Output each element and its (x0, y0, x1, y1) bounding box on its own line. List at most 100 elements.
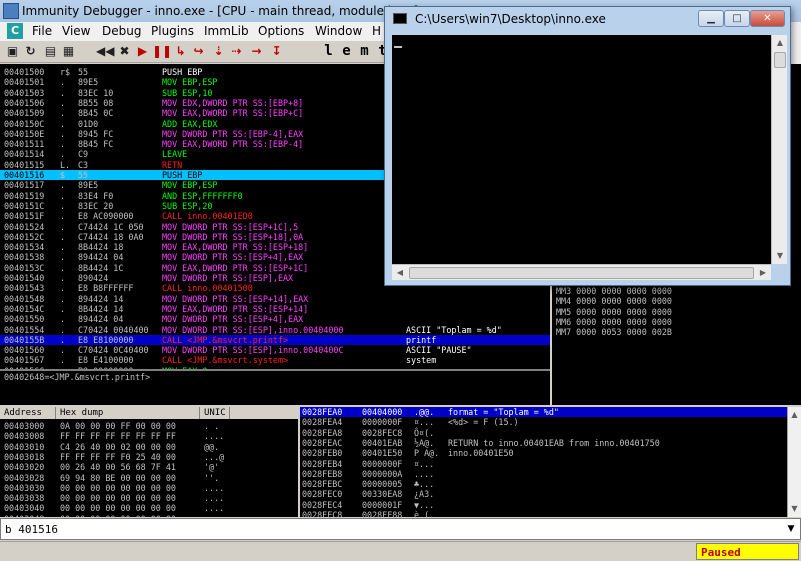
stack-row[interactable]: 0028FEB8 0000000A.... (300, 469, 787, 479)
menu-debug[interactable]: Debug (102, 24, 141, 38)
instruction-comment: ASCII "Toplam = %d" (406, 324, 502, 335)
goto-icon[interactable]: ↧ (268, 43, 285, 60)
instruction-address: 00401550 (4, 314, 45, 325)
flow-marker: . (60, 190, 66, 201)
flow-marker: . (60, 242, 66, 253)
menu-file[interactable]: File (32, 24, 52, 38)
cpu-window-icon[interactable]: C (7, 23, 23, 39)
dump-row[interactable]: 00403030 00 00 00 00 00 00 00 00.... (0, 483, 298, 493)
stack-address: 0028FEC4 (302, 499, 343, 510)
dump-text: .... (204, 503, 225, 514)
menu-immlib[interactable]: ImmLib (204, 24, 249, 38)
menu-window[interactable]: Window (315, 24, 362, 38)
scroll-left-icon[interactable]: ◀ (392, 265, 408, 281)
stack-row[interactable]: 0028FEC0 00330EA8 ¿A3. (300, 489, 787, 499)
instruction-bytes: 8B4424 14 (78, 303, 124, 314)
dump-address: 00403000 (4, 421, 45, 431)
stack-scrollbar[interactable]: ▲ ▼ (787, 407, 801, 517)
pause-icon[interactable]: ❚❚ (152, 43, 172, 60)
dump-row[interactable]: 00403028 69 94 80 BE 00 00 00 00 ''. (0, 473, 298, 483)
stack-row[interactable]: 0028FEB0 00401E50 P A@. inno.00401E50 (300, 448, 787, 458)
stack-row[interactable]: 0028FEBC 00000005 ♣... (300, 479, 787, 489)
hex-dump-pane[interactable]: Address Hex dump UNIC 00403000 0A 00 00 0… (0, 407, 298, 524)
scroll-down-icon[interactable]: ▼ (772, 248, 788, 264)
instruction-text: MOV DWORD PTR SS:[ESP],EAX (162, 273, 294, 283)
close-process-icon[interactable]: ▦ (60, 43, 77, 60)
scroll-thumb[interactable] (409, 267, 754, 279)
dump-row[interactable]: 00403008 FF FF FF FF FF FF FF FF.... (0, 431, 298, 441)
disassembly-row[interactable]: 0040154C. 8B4424 14 MOV EAX,DWORD PTR SS:[… (0, 304, 550, 314)
stack-ascii: Ô¤(. (414, 427, 435, 438)
chevron-down-icon[interactable]: ▼ (784, 521, 798, 537)
view-icon[interactable]: ▤ (42, 43, 59, 60)
minimize-button[interactable]: ▁ (698, 10, 724, 27)
dump-row[interactable]: 00403000 0A 00 00 00 FF 00 00 00 . . (0, 421, 298, 431)
trace-over-icon[interactable]: ⇢ (228, 43, 245, 60)
stack-row[interactable]: 0028FEA8 0028FEC8 Ô¤(. (300, 428, 787, 438)
dump-row[interactable]: 00403018 FF FF FF FF F0 25 40 00 ...@ (0, 452, 298, 462)
open-folder-icon[interactable]: ▣ (4, 43, 21, 60)
menu-help[interactable]: H (372, 24, 381, 38)
scroll-right-icon[interactable]: ▶ (755, 265, 771, 281)
stack-row[interactable]: 0028FEAC 00401EAB ½A@. RETURN to inno.00401… (300, 438, 787, 448)
dump-header-unicode[interactable]: UNIC (200, 407, 230, 419)
stack-row[interactable]: 0028FEC4 0000001F ▼... (300, 500, 787, 510)
menu-view[interactable]: View (62, 24, 90, 38)
dump-row[interactable]: 00403038 00 00 00 00 00 00 00 00.... (0, 493, 298, 503)
command-bar[interactable]: ▼ (0, 518, 801, 540)
dump-address: 00403030 (4, 482, 45, 493)
scroll-up-icon[interactable]: ▲ (772, 35, 788, 51)
instruction-address: 0040151C (4, 200, 45, 211)
disassembly-row[interactable]: 00401550. 894424 04 MOV DWORD PTR SS:[ESP+… (0, 314, 550, 324)
console-title-bar[interactable]: C:\Users\win7\Desktop\inno.exe ▁ □ ✕ (385, 7, 790, 29)
instruction-bytes: E8 E4100000 (78, 355, 134, 366)
toolbar-log-button[interactable]: l (320, 43, 337, 60)
dump-header-address[interactable]: Address (0, 407, 56, 419)
dump-row[interactable]: 00403020 00 26 40 00 56 68 7F 41 '@' (0, 462, 298, 472)
scroll-down-icon[interactable]: ▼ (788, 501, 801, 517)
stack-row[interactable]: 0028FEA4 0000000F ¤... <%d> = F (15.) (300, 417, 787, 427)
step-back-icon[interactable]: ◀◀ (96, 43, 114, 60)
flow-marker: . (60, 345, 66, 356)
console-output[interactable] (392, 35, 771, 264)
console-horizontal-scrollbar[interactable]: ◀ ▶ (392, 264, 771, 280)
close-button[interactable]: ✕ (750, 10, 785, 27)
execute-till-return-icon[interactable]: → (248, 43, 265, 60)
toolbar-memory-button[interactable]: m (356, 43, 373, 60)
dump-row[interactable]: 00403010 C4 26 40 00 02 00 00 00 @@. (0, 442, 298, 452)
scroll-up-icon[interactable]: ▲ (788, 407, 801, 423)
status-badge: Paused (696, 543, 799, 560)
instruction-address: 00401519 (4, 190, 45, 201)
disassembly-row[interactable]: 00401548. 894424 14 MOV DWORD PTR SS:[ESP+… (0, 294, 550, 304)
console-vertical-scrollbar[interactable]: ▲ ▼ (771, 35, 787, 264)
flow-marker: . (60, 200, 66, 211)
trace-into-icon[interactable]: ⇣ (210, 43, 227, 60)
instruction-bytes: 8B4424 18 (78, 242, 124, 253)
console-window[interactable]: C:\Users\win7\Desktop\inno.exe ▁ □ ✕ ▲ ▼… (384, 6, 791, 286)
stop-icon[interactable]: ✖ (116, 43, 133, 60)
disassembly-row[interactable]: 00401567. E8 E4100000 CALL <JMP.&msvcrt.sy… (0, 355, 550, 365)
flow-marker: . (60, 252, 66, 263)
stack-pane[interactable]: 0028FEA0 00404000 .@@. format = "Toplam = %… (300, 407, 787, 530)
step-into-icon[interactable]: ↳ (172, 43, 189, 60)
run-icon[interactable]: ▶ (134, 43, 151, 60)
command-input[interactable] (5, 521, 775, 537)
flow-marker: . (60, 324, 66, 335)
toolbar-executable-modules-button[interactable]: e (338, 43, 355, 60)
disassembly-row[interactable]: 00401560. C70424 0C40400 MOV DWORD PTR SS:… (0, 345, 550, 355)
maximize-button[interactable]: □ (724, 10, 750, 27)
flow-marker: . (60, 231, 66, 242)
stack-row[interactable]: 0028FEA0 00404000 .@@. format = "Toplam = %… (300, 407, 787, 418)
restart-icon[interactable]: ↻ (22, 43, 39, 60)
scroll-thumb[interactable] (774, 52, 786, 68)
disassembly-row[interactable]: 00401554. C70424 0040400 MOV DWORD PTR SS:… (0, 325, 550, 335)
menu-plugins[interactable]: Plugins (151, 24, 194, 38)
stack-value: 0000000F (362, 417, 403, 428)
dump-row[interactable]: 00403040 00 00 00 00 00 00 00 00.... (0, 503, 298, 513)
flow-marker: r$ (60, 67, 71, 77)
disassembly-row[interactable]: 0040155B. E8 E8100000 CALL <JMP.&msvcrt.pr… (0, 334, 550, 346)
stack-row[interactable]: 0028FEB4 0000000F ¤... (300, 459, 787, 469)
step-over-icon[interactable]: ↪ (190, 43, 207, 60)
menu-options[interactable]: Options (258, 24, 304, 38)
dump-header-hex[interactable]: Hex dump (56, 407, 200, 419)
